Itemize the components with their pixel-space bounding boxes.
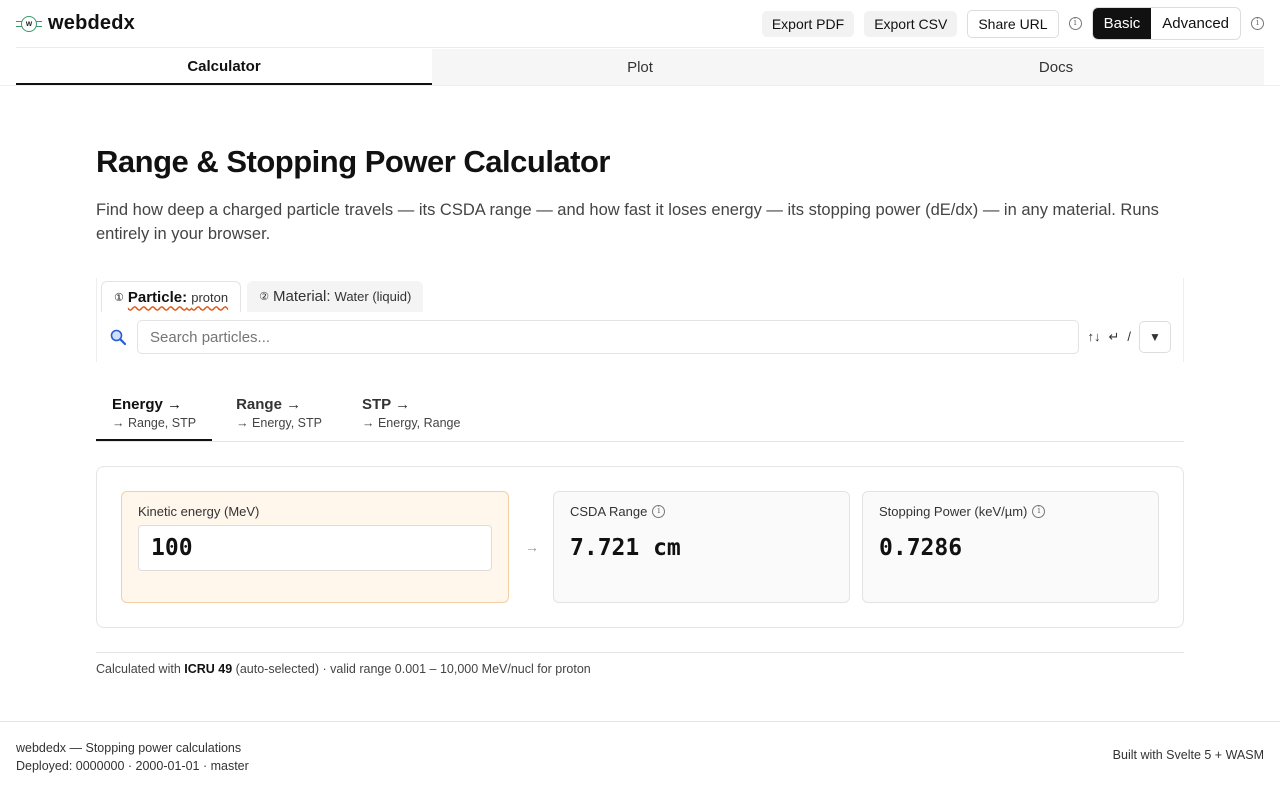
note-suffix: (auto-selected) · valid range 0.001 – 10… xyxy=(232,662,591,676)
footer-title: webdedx — Stopping power calculations xyxy=(16,741,242,755)
particle-key: Particle: xyxy=(127,288,188,306)
keyboard-hints: ↑↓ ↵ / xyxy=(1087,329,1131,345)
info-icon[interactable]: i xyxy=(1068,17,1082,30)
csda-range-label: CSDA Range xyxy=(570,504,648,519)
csda-range-card: CSDA Range i 7.721 cm xyxy=(553,491,850,603)
mode-tab-subtitle: → Energy, STP xyxy=(236,416,322,430)
calculation-note: Calculated with ICRU 49 (auto-selected) … xyxy=(96,652,1184,676)
calculator-card: Kinetic energy (MeV) → CSDA Range i 7.72… xyxy=(96,466,1184,628)
search-row: ↑↓ ↵ / ▼ xyxy=(109,320,1171,354)
energy-input[interactable] xyxy=(138,525,492,571)
brand[interactable]: w webdedx xyxy=(16,12,135,35)
footer: webdedx — Stopping power calculations De… xyxy=(0,721,1280,788)
csda-range-label-row: CSDA Range i xyxy=(570,504,833,519)
mode-tab-title: Energy → xyxy=(112,396,183,413)
energy-input-card: Kinetic energy (MeV) xyxy=(121,491,509,603)
mode-tab-range[interactable]: Range → → Energy, STP xyxy=(220,390,338,441)
arrow-icon: → xyxy=(525,539,539,555)
page-description: Find how deep a charged particle travels… xyxy=(96,201,1159,243)
material-key: Material: xyxy=(273,288,331,305)
info-icon[interactable]: i xyxy=(1032,505,1046,518)
program-name: ICRU 49 xyxy=(184,662,233,676)
stopping-power-label-row: Stopping Power (keV/µm) i xyxy=(879,504,1142,519)
mode-tab-subtitle: → Energy, Range xyxy=(362,416,461,430)
step-number: ① xyxy=(114,291,124,304)
csda-range-value: 7.721 cm xyxy=(570,535,681,561)
app-name: webdedx xyxy=(48,12,135,34)
stopping-power-label: Stopping Power (keV/µm) xyxy=(879,504,1028,519)
kbd-arrows: ↑↓ xyxy=(1087,329,1101,344)
selector-tabs: ① Particle: proton ② Material: Water (li… xyxy=(97,278,1183,312)
mode-tab-subtitle: → Range, STP xyxy=(112,416,197,430)
particle-value: proton xyxy=(191,289,229,305)
share-url-button[interactable]: Share URL xyxy=(967,9,1059,38)
mode-advanced-button[interactable]: Advanced xyxy=(1151,8,1240,39)
footer-built-with: Built with Svelte 5 + WASM xyxy=(1112,748,1264,762)
mode-tab-title: Range → xyxy=(236,396,302,413)
export-csv-button[interactable]: Export CSV xyxy=(864,10,958,37)
main-nav: Calculator Plot Docs xyxy=(16,49,1264,85)
note-prefix: Calculated with xyxy=(96,662,185,676)
header-actions: Export PDF Export CSV Share URL i Basic … xyxy=(761,7,1264,40)
tab-material[interactable]: ② Material: Water (liquid) xyxy=(247,281,424,312)
mode-basic-button[interactable]: Basic xyxy=(1092,8,1152,39)
stopping-power-value: 0.7286 xyxy=(879,535,963,561)
info-icon[interactable]: i xyxy=(1251,17,1264,30)
mode-tab-energy[interactable]: Energy → → Range, STP xyxy=(96,390,213,441)
tab-plot[interactable]: Plot xyxy=(432,49,848,85)
page-title: Range & Stopping Power Calculator xyxy=(96,144,611,179)
app-header: w webdedx Export PDF Export CSV Share UR… xyxy=(16,0,1264,48)
nav-divider xyxy=(0,85,1280,86)
tab-docs[interactable]: Docs xyxy=(848,49,1264,85)
material-value: Water (liquid) xyxy=(334,289,412,304)
info-icon[interactable]: i xyxy=(652,505,666,518)
mode-toggle: Basic Advanced xyxy=(1091,7,1241,40)
export-pdf-button[interactable]: Export PDF xyxy=(761,10,855,37)
kbd-enter: ↵ xyxy=(1108,329,1120,344)
entity-selector: ① Particle: proton ② Material: Water (li… xyxy=(96,278,1184,362)
stopping-power-card: Stopping Power (keV/µm) i 0.7286 xyxy=(862,491,1159,603)
energy-label: Kinetic energy (MeV) xyxy=(138,504,260,519)
particle-search-input[interactable] xyxy=(137,320,1080,354)
calc-mode-tabs: Energy → → Range, STP Range → → Energy, … xyxy=(96,390,1184,442)
footer-deploy-info: Deployed: 0000000 · 2000-01-01 · master xyxy=(16,759,249,773)
main-content: Range & Stopping Power Calculator Find h… xyxy=(96,140,1184,676)
tab-calculator[interactable]: Calculator xyxy=(16,49,432,85)
mode-tab-stp[interactable]: STP → → Energy, Range xyxy=(346,390,476,441)
mode-tab-title: STP → xyxy=(362,396,411,413)
chevron-down-icon[interactable]: ▼ xyxy=(1139,321,1171,353)
step-number: ② xyxy=(259,291,269,303)
search-icon xyxy=(109,328,127,346)
kbd-slash: / xyxy=(1127,329,1131,344)
webdedx-logo-icon: w xyxy=(16,15,42,33)
tab-particle[interactable]: ① Particle: proton xyxy=(101,281,242,312)
